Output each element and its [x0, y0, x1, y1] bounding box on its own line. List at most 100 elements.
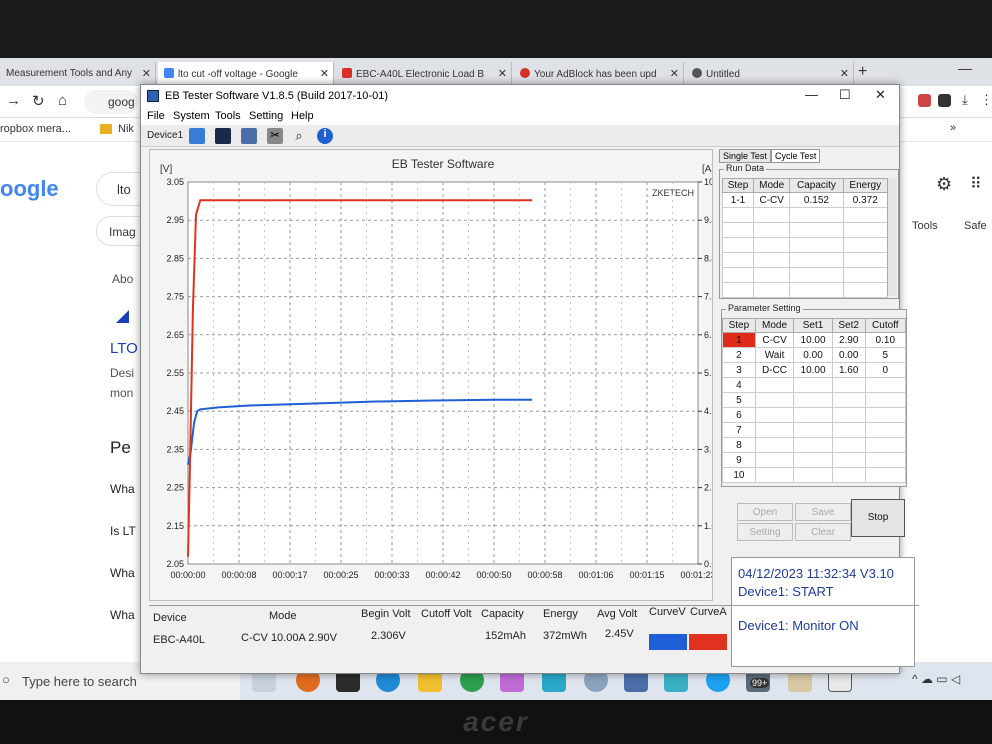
table-cell[interactable]: [793, 452, 833, 468]
table-cell[interactable]: [831, 422, 866, 438]
table-cell[interactable]: 0.10: [864, 332, 907, 348]
forward-arrow-icon[interactable]: →: [6, 92, 21, 109]
table-cell[interactable]: [842, 237, 889, 253]
table-cell[interactable]: [722, 207, 754, 223]
run-data-row[interactable]: [722, 267, 889, 283]
table-cell[interactable]: [864, 437, 907, 453]
table-cell[interactable]: Wait: [754, 347, 795, 363]
table-cell[interactable]: 2: [722, 347, 756, 363]
question-item[interactable]: Wha: [110, 482, 135, 496]
table-cell[interactable]: 7: [722, 422, 756, 438]
menu-help[interactable]: Help: [291, 110, 314, 122]
connect-icon[interactable]: [189, 128, 205, 144]
parameter-row[interactable]: 1 C-CV 10.00 2.90 0.10: [722, 332, 907, 348]
address-bar[interactable]: goog: [84, 90, 138, 114]
info-icon[interactable]: i: [317, 128, 333, 144]
close-icon[interactable]: ✕: [498, 67, 507, 80]
bookmarks-more[interactable]: »: [950, 122, 956, 134]
parameter-row[interactable]: 6: [722, 407, 907, 423]
run-data-row[interactable]: [722, 282, 889, 298]
table-cell[interactable]: [831, 407, 866, 423]
table-cell[interactable]: [789, 252, 844, 268]
safesearch-link[interactable]: Safe: [964, 220, 987, 232]
run-data-row[interactable]: [722, 207, 889, 223]
table-cell[interactable]: [793, 407, 833, 423]
table-cell[interactable]: [752, 222, 791, 238]
table-cell[interactable]: 0.372: [842, 192, 889, 208]
table-cell[interactable]: C-CV: [754, 332, 795, 348]
table-cell[interactable]: [722, 282, 754, 298]
table-cell[interactable]: 0.152: [789, 192, 844, 208]
table-cell[interactable]: [842, 252, 889, 268]
chart-icon[interactable]: [241, 128, 257, 144]
table-cell[interactable]: [793, 437, 833, 453]
table-cell[interactable]: [752, 207, 791, 223]
parameter-row[interactable]: 3 D-CC 10.00 1.60 0: [722, 362, 907, 378]
table-cell[interactable]: [864, 377, 907, 393]
browser-tab-4[interactable]: Your AdBlock has been upd ✕: [514, 62, 684, 86]
table-cell[interactable]: 5: [864, 347, 907, 363]
table-cell[interactable]: [789, 222, 844, 238]
open-button[interactable]: Open: [737, 503, 793, 521]
minimize-button[interactable]: —: [805, 87, 818, 102]
table-cell[interactable]: [754, 467, 795, 483]
table-cell[interactable]: [789, 207, 844, 223]
parameter-row[interactable]: 8: [722, 437, 907, 453]
table-cell[interactable]: [864, 392, 907, 408]
table-cell[interactable]: D-CC: [754, 362, 795, 378]
table-cell[interactable]: [864, 422, 907, 438]
system-tray-icons[interactable]: ^ ☁ ▭ ◁: [912, 672, 960, 686]
apps-grid-icon[interactable]: ⠿: [970, 174, 982, 194]
table-cell[interactable]: [842, 282, 889, 298]
curvea-color-swatch[interactable]: [689, 634, 727, 650]
menu-file[interactable]: File: [147, 110, 165, 122]
extension-icon[interactable]: [918, 94, 931, 107]
question-item[interactable]: Wha: [110, 608, 135, 622]
parameter-row[interactable]: 4: [722, 377, 907, 393]
bookmark-dropbox[interactable]: ropbox mera...: [0, 123, 71, 135]
table-cell[interactable]: [864, 467, 907, 483]
result-title[interactable]: LTO: [110, 340, 138, 357]
table-cell[interactable]: [842, 267, 889, 283]
curvev-color-swatch[interactable]: [649, 634, 687, 650]
settings-gear-icon[interactable]: ⚙: [936, 174, 952, 195]
table-cell[interactable]: [752, 282, 791, 298]
menu-setting[interactable]: Setting: [249, 110, 283, 122]
close-icon[interactable]: ✕: [840, 67, 849, 80]
table-cell[interactable]: [793, 422, 833, 438]
new-tab-button[interactable]: +: [858, 63, 867, 81]
browser-tab-2[interactable]: lto cut -off voltage - Google ✕: [158, 62, 334, 86]
tools-link[interactable]: Tools: [912, 220, 938, 232]
save-button[interactable]: Save: [795, 503, 851, 521]
browser-tab-3[interactable]: EBC-A40L Electronic Load B ✕: [336, 62, 512, 86]
run-data-row[interactable]: 1-1 C-CV 0.152 0.372: [722, 192, 889, 208]
maximize-button[interactable]: ☐: [839, 87, 851, 103]
table-cell[interactable]: [831, 437, 866, 453]
menu-tools[interactable]: Tools: [215, 110, 241, 122]
table-cell[interactable]: [842, 207, 889, 223]
close-icon[interactable]: ✕: [670, 67, 679, 80]
table-cell[interactable]: [793, 377, 833, 393]
table-cell[interactable]: [831, 392, 866, 408]
table-cell[interactable]: 0.00: [793, 347, 833, 363]
table-cell[interactable]: [831, 377, 866, 393]
menu-icon[interactable]: ⋮: [980, 92, 992, 108]
table-cell[interactable]: [789, 282, 844, 298]
table-cell[interactable]: [722, 267, 754, 283]
run-data-scrollbar[interactable]: [887, 178, 897, 296]
table-cell[interactable]: [831, 452, 866, 468]
save-icon[interactable]: [215, 128, 231, 144]
table-cell[interactable]: 1.60: [831, 362, 866, 378]
table-cell[interactable]: [864, 407, 907, 423]
tab-single-test[interactable]: Single Test: [719, 149, 771, 163]
device-tab[interactable]: Device1: [147, 130, 183, 141]
question-item[interactable]: Wha: [110, 566, 135, 580]
table-cell[interactable]: [754, 422, 795, 438]
run-data-row[interactable]: [722, 252, 889, 268]
browser-tab-5[interactable]: Untitled ✕: [686, 62, 854, 86]
table-cell[interactable]: [722, 252, 754, 268]
table-cell[interactable]: 4: [722, 377, 756, 393]
close-icon[interactable]: ✕: [320, 67, 329, 80]
table-cell[interactable]: 10: [722, 467, 756, 483]
table-cell[interactable]: 1: [722, 332, 756, 348]
